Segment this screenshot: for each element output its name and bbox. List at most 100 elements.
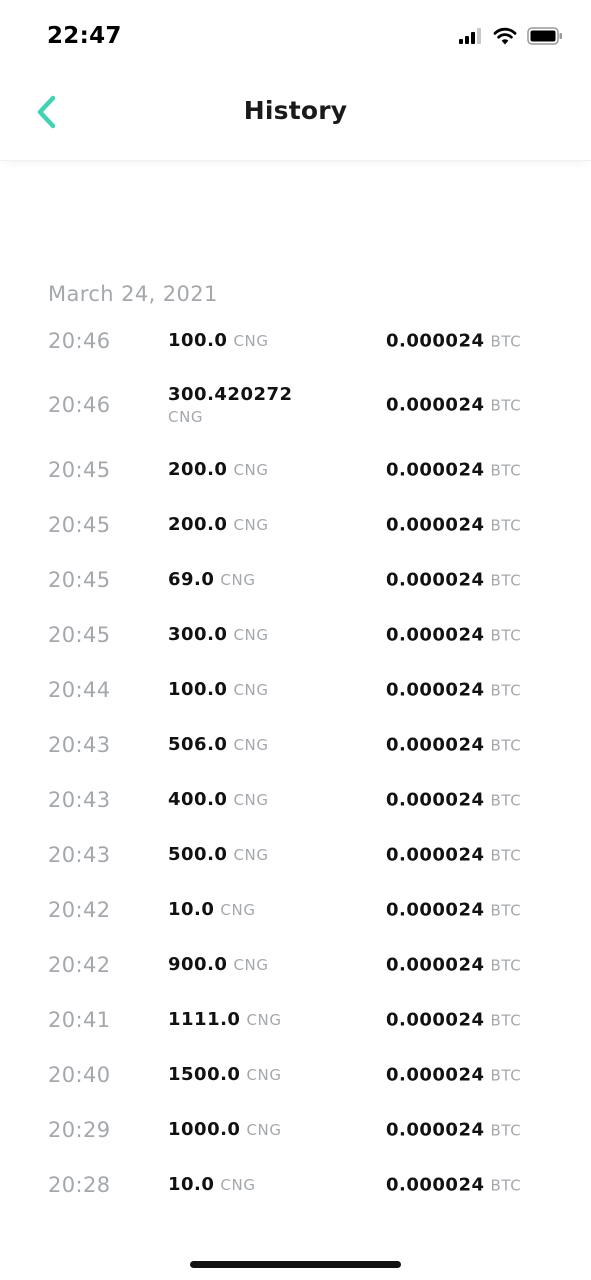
price-value: 0.000024: [386, 899, 485, 920]
transaction-time: 20:41: [48, 1007, 111, 1032]
transaction-amount: 300.420272 CNG: [168, 383, 293, 427]
price-value: 0.000024: [386, 954, 485, 975]
transaction-amount: 400.0 CNG: [168, 788, 269, 812]
amount-value: 69.0: [168, 568, 215, 590]
transaction-amount: 300.0 CNG: [168, 623, 269, 647]
transaction-amount: 1111.0 CNG: [168, 1008, 282, 1032]
transaction-time: 20:45: [48, 457, 111, 482]
transaction-time: 20:45: [48, 622, 111, 647]
amount-unit: CNG: [233, 460, 269, 479]
transaction-row: 20:46 300.420272 CNG 0.000024 BTC: [0, 368, 591, 442]
amount-unit: CNG: [220, 900, 256, 919]
amount-value: 10.0: [168, 1173, 215, 1195]
amount-value: 10.0: [168, 898, 215, 920]
transaction-row: 20:45 69.0 CNG 0.000024 BTC: [0, 552, 591, 607]
amount-value: 300.420272: [168, 384, 293, 405]
transaction-time: 20:45: [48, 512, 111, 537]
transaction-row: 20:44 100.0 CNG 0.000024 BTC: [0, 662, 591, 717]
transaction-price: 0.000024 BTC: [386, 395, 521, 416]
date-heading: March 24, 2021: [48, 282, 218, 306]
amount-value: 506.0: [168, 733, 228, 755]
transaction-time: 20:29: [48, 1117, 111, 1142]
status-bar: 22:47: [0, 0, 591, 70]
transaction-amount: 10.0 CNG: [168, 1173, 256, 1197]
price-value: 0.000024: [386, 1064, 485, 1085]
price-value: 0.000024: [386, 514, 485, 535]
amount-unit: CNG: [246, 1065, 282, 1084]
transaction-row: 20:41 1111.0 CNG 0.000024 BTC: [0, 992, 591, 1047]
price-value: 0.000024: [386, 789, 485, 810]
transaction-price: 0.000024 BTC: [386, 569, 521, 590]
price-unit: BTC: [490, 901, 522, 919]
transaction-time: 20:44: [48, 677, 111, 702]
amount-unit: CNG: [220, 1175, 256, 1194]
transaction-price: 0.000024 BTC: [386, 844, 521, 865]
page-title: History: [243, 96, 348, 125]
transaction-amount: 69.0 CNG: [168, 568, 256, 592]
transaction-time: 20:46: [48, 328, 111, 353]
amount-value: 100.0: [168, 329, 228, 351]
amount-unit: CNG: [233, 955, 269, 974]
transaction-time: 20:40: [48, 1062, 111, 1087]
transaction-row: 20:43 500.0 CNG 0.000024 BTC: [0, 827, 591, 882]
amount-value: 1500.0: [168, 1063, 241, 1085]
price-unit: BTC: [490, 1066, 522, 1084]
amount-value: 200.0: [168, 513, 228, 535]
amount-value: 200.0: [168, 458, 228, 480]
transaction-amount: 900.0 CNG: [168, 953, 269, 977]
price-unit: BTC: [490, 461, 522, 479]
transaction-time: 20:46: [48, 393, 111, 417]
transaction-row: 20:40 1500.0 CNG 0.000024 BTC: [0, 1047, 591, 1102]
transaction-row: 20:46 100.0 CNG 0.000024 BTC: [0, 313, 591, 368]
transaction-time: 20:43: [48, 842, 111, 867]
amount-unit: CNG: [233, 515, 269, 534]
price-value: 0.000024: [386, 1119, 485, 1140]
cellular-signal-icon: [459, 28, 483, 48]
amount-unit: CNG: [233, 790, 269, 809]
home-indicator[interactable]: [190, 1261, 401, 1268]
amount-value: 100.0: [168, 678, 228, 700]
transaction-price: 0.000024 BTC: [386, 330, 521, 351]
transaction-amount: 100.0 CNG: [168, 329, 269, 353]
amount-unit: CNG: [233, 331, 269, 350]
transaction-amount: 100.0 CNG: [168, 678, 269, 702]
price-value: 0.000024: [386, 1174, 485, 1195]
transaction-amount: 200.0 CNG: [168, 458, 269, 482]
amount-unit: CNG: [233, 735, 269, 754]
transaction-price: 0.000024 BTC: [386, 899, 521, 920]
amount-unit: CNG: [233, 845, 269, 864]
transaction-row: 20:45 300.0 CNG 0.000024 BTC: [0, 607, 591, 662]
price-unit: BTC: [490, 791, 522, 809]
amount-unit: CNG: [246, 1010, 282, 1029]
price-unit: BTC: [490, 626, 522, 644]
transaction-price: 0.000024 BTC: [386, 734, 521, 755]
transaction-row: 20:28 10.0 CNG 0.000024 BTC: [0, 1157, 591, 1212]
price-value: 0.000024: [386, 459, 485, 480]
transaction-row: 20:45 200.0 CNG 0.000024 BTC: [0, 497, 591, 552]
price-unit: BTC: [490, 956, 522, 974]
amount-unit: CNG: [220, 570, 256, 589]
wifi-icon: [493, 27, 517, 49]
amount-value: 900.0: [168, 953, 228, 975]
price-value: 0.000024: [386, 844, 485, 865]
transaction-amount: 10.0 CNG: [168, 898, 256, 922]
transaction-time: 20:28: [48, 1172, 111, 1197]
transaction-time: 20:42: [48, 952, 111, 977]
transaction-row: 20:29 1000.0 CNG 0.000024 BTC: [0, 1102, 591, 1157]
status-icons: [459, 27, 563, 49]
price-value: 0.000024: [386, 734, 485, 755]
transaction-price: 0.000024 BTC: [386, 1119, 521, 1140]
transaction-time: 20:42: [48, 897, 111, 922]
amount-value: 400.0: [168, 788, 228, 810]
transaction-amount: 200.0 CNG: [168, 513, 269, 537]
transaction-row: 20:42 10.0 CNG 0.000024 BTC: [0, 882, 591, 937]
amount-unit: CNG: [246, 1120, 282, 1139]
battery-icon: [527, 27, 563, 49]
price-unit: BTC: [490, 571, 522, 589]
transaction-row: 20:43 506.0 CNG 0.000024 BTC: [0, 717, 591, 772]
transaction-amount: 1000.0 CNG: [168, 1118, 282, 1142]
transaction-price: 0.000024 BTC: [386, 954, 521, 975]
transaction-price: 0.000024 BTC: [386, 789, 521, 810]
transaction-row: 20:45 200.0 CNG 0.000024 BTC: [0, 442, 591, 497]
transaction-row: 20:43 400.0 CNG 0.000024 BTC: [0, 772, 591, 827]
